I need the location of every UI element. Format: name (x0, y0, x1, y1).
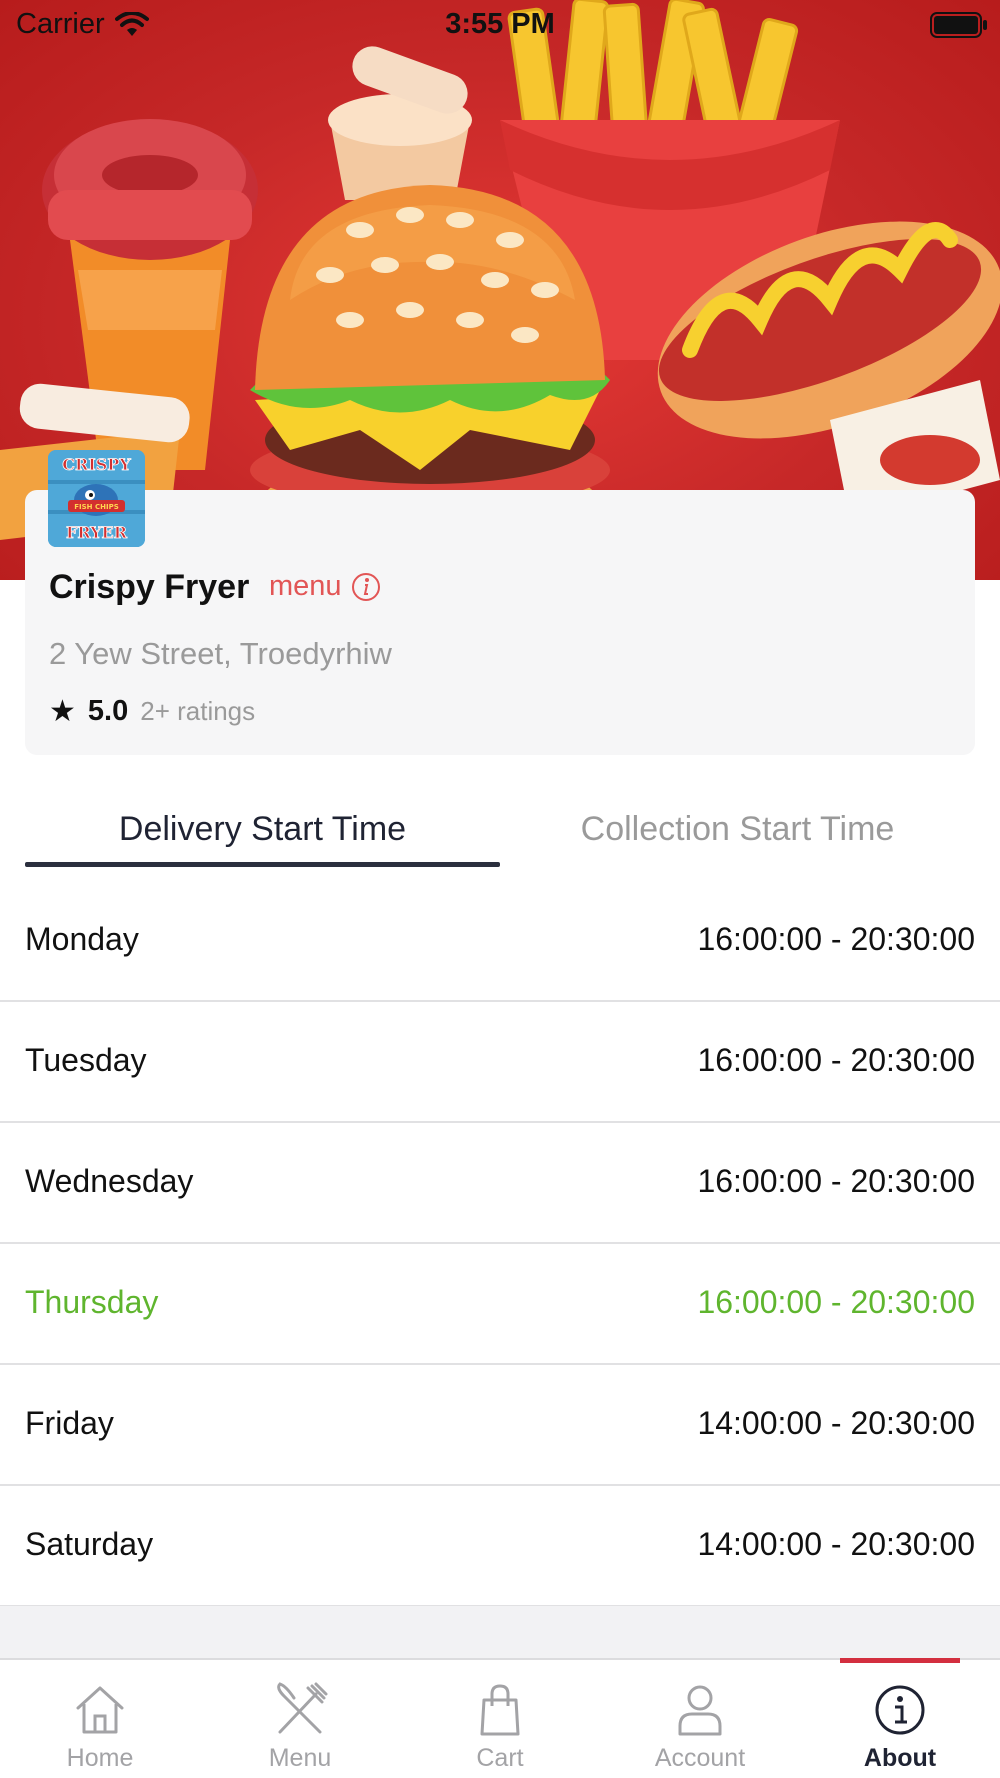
person-icon (678, 1685, 722, 1736)
shopping-bag-icon (480, 1684, 520, 1736)
nav-about[interactable]: About (800, 1660, 1000, 1778)
hours-day: Wednesday (25, 1163, 194, 1199)
nav-cart[interactable]: Cart (400, 1660, 600, 1778)
rating-value: 5.0 (87, 695, 129, 727)
sauce-cup-image (328, 46, 472, 200)
hours-row-saturday: Saturday 14:00:00 - 20:30:00 (0, 1486, 1000, 1607)
rating-row: ★ 5.0 2+ ratings (49, 694, 255, 729)
status-bar: Carrier 3:55 PM (0, 0, 1000, 52)
info-circle-icon (351, 572, 380, 601)
hours-row-wednesday: Wednesday 16:00:00 - 20:30:00 (0, 1123, 1000, 1244)
nav-active-indicator (840, 1658, 960, 1663)
logo-text-middle: FISH CHIPS (74, 503, 119, 511)
opening-hours-list: Monday 16:00:00 - 20:30:00 Tuesday 16:00:00… (0, 881, 1000, 1607)
hours-day: Tuesday (25, 1042, 147, 1078)
nav-home-label: Home (66, 1744, 134, 1772)
hours-row-thursday: Thursday 16:00:00 - 20:30:00 (0, 1244, 1000, 1365)
hours-day: Thursday (25, 1284, 159, 1320)
hours-day: Friday (25, 1405, 114, 1441)
info-icon (875, 1685, 925, 1735)
hours-time-range: 14:00:00 - 20:30:00 (697, 1526, 975, 1562)
nav-account[interactable]: Account (600, 1660, 800, 1778)
bottom-tab-bar: Home Menu Cart Account About (0, 1658, 1000, 1778)
store-logo: FISH CHIPS CRISPY FRYER (48, 450, 145, 547)
clock: 3:55 PM (445, 8, 555, 40)
nav-menu-label: Menu (268, 1744, 332, 1772)
battery-icon (930, 12, 987, 38)
store-info-card: Crispy Fryer menu 2 Yew Street, Troedyrh… (25, 490, 975, 755)
nav-about-label: About (863, 1744, 937, 1772)
nav-menu[interactable]: Menu (200, 1660, 400, 1778)
ratings-count: 2+ ratings (140, 696, 256, 726)
menu-info-link[interactable]: menu (269, 570, 382, 603)
store-address: 2 Yew Street, Troedyrhiw (49, 636, 392, 671)
store-name: Crispy Fryer (49, 568, 250, 606)
home-icon (76, 1686, 124, 1734)
hours-row-monday: Monday 16:00:00 - 20:30:00 (0, 881, 1000, 1002)
logo-text-bottom: FRYER (66, 523, 128, 542)
hours-time-range: 14:00:00 - 20:30:00 (697, 1405, 975, 1441)
logo-text-top: CRISPY (62, 455, 131, 474)
hours-time-range: 16:00:00 - 20:30:00 (697, 1163, 975, 1199)
list-footer-spacer (0, 1606, 1000, 1660)
hours-row-tuesday: Tuesday 16:00:00 - 20:30:00 (0, 1002, 1000, 1123)
menu-link-label: menu (269, 570, 342, 602)
hours-day: Saturday (25, 1526, 154, 1562)
hours-time-range: 16:00:00 - 20:30:00 (697, 921, 975, 957)
hours-time-range: 16:00:00 - 20:30:00 (697, 1284, 975, 1320)
tab-collection-start-time[interactable]: Collection Start Time (500, 800, 975, 872)
nav-home[interactable]: Home (0, 1660, 200, 1778)
active-tab-indicator (25, 862, 500, 867)
hours-row-friday: Friday 14:00:00 - 20:30:00 (0, 1365, 1000, 1486)
nav-account-label: Account (654, 1744, 746, 1772)
hours-time-range: 16:00:00 - 20:30:00 (697, 1042, 975, 1078)
star-icon: ★ (49, 695, 76, 728)
nav-cart-label: Cart (476, 1744, 524, 1772)
fork-knife-icon (277, 1682, 328, 1734)
hours-day: Monday (25, 921, 139, 957)
